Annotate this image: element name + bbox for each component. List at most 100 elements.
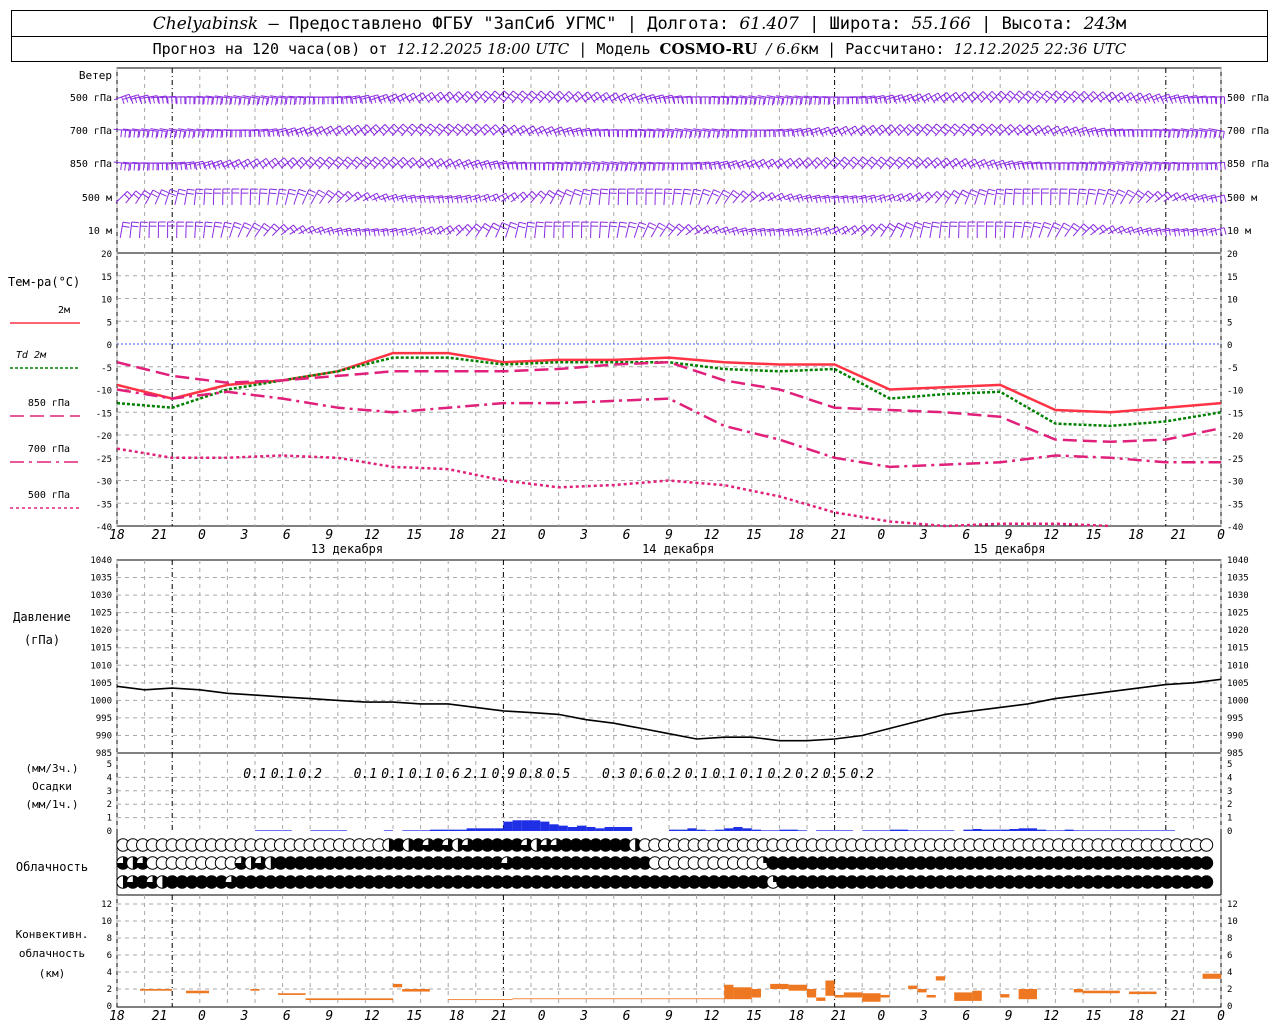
temp-y-tick: -10 [1227, 387, 1243, 397]
wind-barb [627, 188, 635, 206]
pressure-y-tick: 1010 [90, 661, 112, 671]
convective-bar [278, 993, 306, 995]
precip-bar [981, 829, 991, 831]
pressure-y-tick: 1025 [1227, 609, 1249, 619]
precip-interval-total: 0.1 [271, 767, 294, 782]
wind-level-label: 10 м [1227, 226, 1251, 237]
wind-barb [537, 126, 556, 137]
convective-bar [402, 989, 430, 992]
pressure-y-tick: 995 [1227, 714, 1243, 724]
precip-interval-total: 0.1 [685, 767, 708, 782]
wind-barb [520, 191, 538, 203]
wind-barb [571, 221, 580, 238]
convective-bar [1018, 989, 1037, 1000]
precip-bar [779, 829, 789, 831]
wind-barb [994, 221, 1004, 239]
wind-barb [723, 189, 740, 204]
wind-barb [1085, 188, 1097, 205]
precip-y-tick: 3 [107, 787, 112, 797]
precip-bar [623, 826, 633, 831]
wind-barb [929, 221, 940, 238]
pressure-y-tick: 1020 [90, 626, 112, 636]
pressure-y-tick: 985 [96, 749, 112, 759]
convective-title2: облачность [19, 947, 85, 960]
convective-bar [1000, 994, 1010, 998]
precip-unit-1h: (мм/1ч.) [26, 798, 79, 811]
wind-barb [978, 159, 998, 170]
wind-barb [319, 189, 335, 204]
x-tick-label: 12 [364, 1009, 380, 1024]
wind-barb [1120, 189, 1135, 205]
temp-legend-label: 850 гПа [28, 398, 70, 409]
cloud-symbol-ring [1199, 838, 1214, 852]
x-tick-label: 21 [491, 1009, 507, 1024]
x-tick-label: 18 [789, 528, 805, 543]
precip-interval-total: 2.1 [464, 767, 487, 782]
wind-barb [1102, 188, 1116, 205]
precip-interval-total: 0.1 [354, 767, 377, 782]
precip-bar [816, 830, 826, 831]
precip-y-tick: 1 [1227, 814, 1232, 824]
precip-bar [595, 828, 605, 831]
wind-level-label: 850 гПа [1227, 159, 1269, 170]
precip-interval-total: 0.1 [409, 767, 432, 782]
pressure-y-tick: 1040 [1227, 556, 1249, 566]
precip-bar [512, 820, 522, 831]
wind-barb [958, 221, 967, 239]
wind-barb [157, 221, 166, 239]
precip-bar [935, 830, 945, 831]
precip-bar [485, 828, 495, 831]
precip-bar [540, 821, 550, 831]
wind-barb [581, 221, 589, 239]
convective-bar [825, 980, 835, 996]
wind-barb [715, 189, 731, 205]
precip-bar [411, 830, 421, 831]
pressure-y-tick: 1000 [1227, 696, 1249, 706]
precip-interval-total: 0.6 [630, 767, 654, 782]
temp-legend-label: 2м [58, 305, 70, 316]
wind-barb [1003, 188, 1013, 206]
convective-bar [305, 998, 393, 1001]
wind-barb [683, 96, 701, 105]
convective-y-tick: 2 [107, 985, 112, 995]
wind-barb [167, 221, 175, 238]
wind-barb [663, 188, 673, 206]
x-tick-label: 9 [1005, 528, 1013, 543]
wind-barb [680, 188, 692, 205]
precip-y-tick: 2 [1227, 800, 1232, 810]
precip-y-tick: 0 [107, 827, 112, 837]
convective-bar [880, 994, 890, 998]
precip-bar [273, 830, 283, 831]
x-tick-label: 15 [406, 1009, 422, 1024]
wind-barb [231, 188, 240, 205]
wind-barb [139, 221, 148, 239]
wind-barb [211, 221, 223, 238]
precip-interval-total: 0.3 [602, 767, 625, 782]
temp-legend-label: 500 гПа [28, 490, 70, 501]
precip-bar [448, 829, 458, 831]
convective-bar [843, 992, 863, 998]
precip-bar [475, 828, 485, 831]
x-tick-label: 18 [789, 1009, 805, 1024]
wind-level-label: 500 м [82, 193, 112, 204]
wind-barb [276, 188, 287, 205]
pressure-y-tick: 1030 [90, 591, 112, 601]
temp-y-tick: 15 [101, 273, 112, 283]
x-tick-label: 3 [919, 528, 928, 543]
wind-barb [589, 188, 600, 205]
x-tick-label: 0 [1217, 528, 1225, 543]
x-tick-label: 21 [491, 528, 507, 543]
x-tick-label: 12 [364, 528, 380, 543]
precip-bar [880, 830, 890, 831]
x-tick-label: 9 [1005, 1009, 1013, 1024]
wind-barb [246, 222, 261, 238]
wind-barb [113, 128, 131, 138]
pressure-y-tick: 995 [96, 714, 112, 724]
temp-y-tick: -20 [96, 432, 112, 442]
convective-y-tick: 8 [107, 934, 112, 944]
convective-y-tick: 4 [1227, 968, 1232, 978]
precip-bar [724, 828, 734, 831]
precip-interval-total: 0.9 [492, 767, 515, 782]
precip-y-tick: 4 [1227, 773, 1232, 783]
precip-bar [1073, 830, 1083, 831]
